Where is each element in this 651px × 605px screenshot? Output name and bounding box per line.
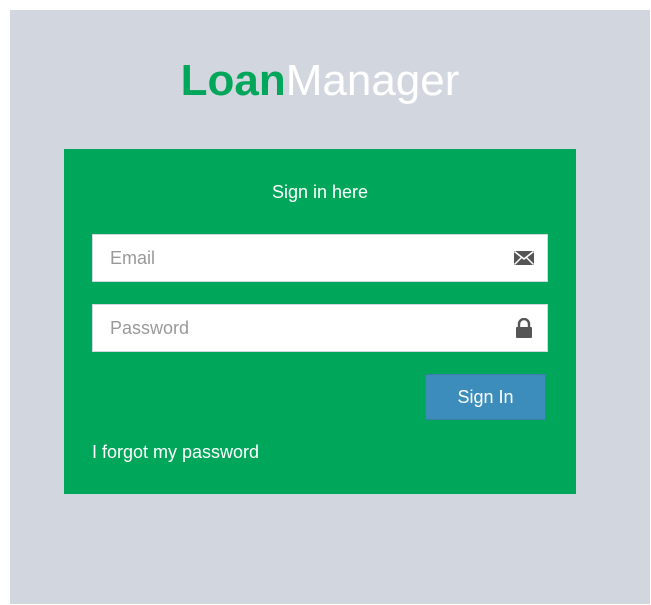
logo-bold-text: Loan xyxy=(180,56,286,105)
app-logo: LoanManager xyxy=(10,56,630,106)
forgot-password-link[interactable]: I forgot my password xyxy=(92,441,259,463)
email-field-group xyxy=(92,234,548,282)
password-input[interactable] xyxy=(93,305,503,351)
envelope-icon xyxy=(513,248,535,268)
login-page: LoanManager Sign in here Email Sign In I… xyxy=(10,10,650,604)
logo-light-text: Manager xyxy=(285,56,460,105)
login-box-message: Sign in here xyxy=(271,182,369,202)
login-box: Sign in here Sign In I f xyxy=(64,149,576,494)
password-field-group xyxy=(92,304,548,352)
sign-in-button[interactable]: Sign In xyxy=(425,374,546,420)
email-input[interactable] xyxy=(93,235,503,281)
lock-icon xyxy=(513,317,535,338)
